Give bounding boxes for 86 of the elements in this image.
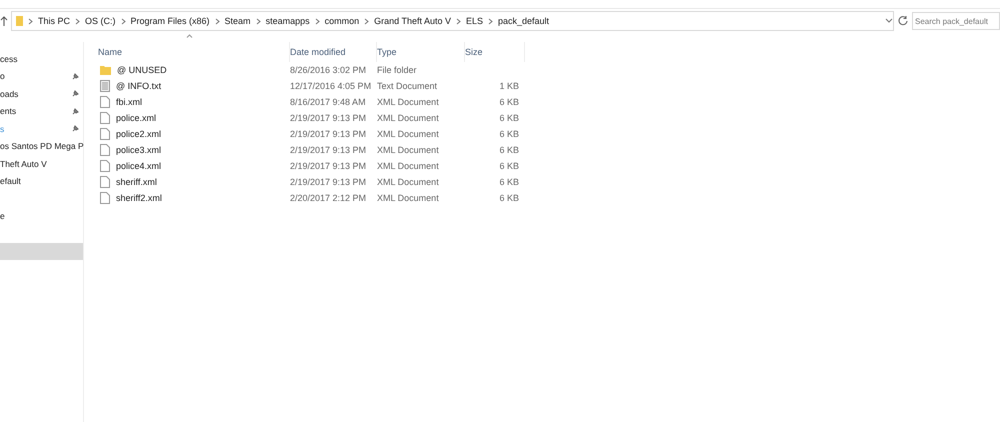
file-type: XML Document: [377, 177, 440, 187]
file-size: 6 KB: [498, 97, 520, 107]
sidebar-item[interactable]: cess: [0, 50, 83, 68]
breadcrumb[interactable]: pack_default: [498, 16, 550, 26]
file-name[interactable]: police2.xml: [116, 129, 162, 139]
file-size: 6 KB: [498, 193, 520, 203]
file-type: File folder: [377, 65, 418, 75]
file-icon: [100, 176, 110, 188]
file-icon: [100, 160, 110, 172]
file-name[interactable]: police3.xml: [116, 145, 162, 155]
search-field[interactable]: Search pack_default: [912, 12, 1000, 30]
file-name[interactable]: @ UNUSED: [117, 65, 167, 75]
date-modified: 2/19/2017 9:13 PM: [290, 129, 368, 139]
sidebar-item[interactable]: e: [0, 208, 83, 225]
file-size: 1 KB: [498, 81, 520, 91]
breadcrumb[interactable]: common: [324, 16, 360, 26]
column-header[interactable]: Type: [377, 42, 465, 62]
file-type: XML Document: [377, 113, 440, 123]
file-name[interactable]: sheriff2.xml: [116, 193, 162, 203]
file-size: 6 KB: [498, 129, 520, 139]
file-type: XML Document: [377, 161, 440, 171]
file-name[interactable]: police4.xml: [116, 161, 162, 171]
file-icon: [100, 112, 110, 124]
file-type: XML Document: [377, 193, 440, 203]
pin-icon: [72, 90, 79, 98]
chevron-icon: [456, 18, 461, 24]
file-type: XML Document: [377, 129, 440, 139]
column-header[interactable]: Name: [98, 42, 290, 62]
breadcrumb[interactable]: Steam: [224, 16, 251, 26]
sidebar-item[interactable]: o: [0, 68, 83, 85]
chevron-icon: [28, 18, 33, 24]
address-bar[interactable]: This PC OS (C:) Program Files (x86) Steam steamapps common Grand Theft Auto V ELS pack_default: [11, 11, 894, 31]
date-modified: 12/17/2016 4:05 PM: [290, 81, 372, 91]
file-icon: [100, 144, 110, 156]
sidebar-item[interactable]: oads: [0, 85, 83, 102]
date-modified: 2/19/2017 9:13 PM: [290, 177, 368, 187]
pin-icon: [72, 125, 79, 132]
date-modified: 2/19/2017 9:13 PM: [290, 161, 368, 171]
refresh-icon[interactable]: [897, 15, 909, 27]
breadcrumb[interactable]: Grand Theft Auto V: [374, 16, 451, 26]
chevron-icon: [214, 18, 220, 24]
sidebar-item[interactable]: efault: [0, 172, 83, 190]
breadcrumb[interactable]: OS (C:): [85, 16, 116, 26]
folder-icon: [16, 16, 23, 26]
sidebar-item[interactable]: Theft Auto V: [0, 155, 83, 172]
chevron-icon: [120, 18, 126, 24]
date-modified: 8/26/2016 3:02 PM: [290, 65, 368, 75]
file-type: Text Document: [377, 81, 438, 91]
file-name[interactable]: sheriff.xml: [116, 177, 157, 187]
chevron-icon: [488, 18, 494, 24]
breadcrumb[interactable]: Program Files (x86): [130, 16, 210, 26]
date-modified: 8/16/2017 9:48 AM: [290, 97, 367, 107]
folder-icon: [100, 65, 111, 75]
date-modified: 2/20/2017 2:12 PM: [290, 193, 368, 203]
breadcrumb[interactable]: This PC: [38, 16, 70, 26]
chevron-icon: [364, 18, 370, 24]
breadcrumb[interactable]: ELS: [466, 16, 484, 26]
sidebar-item[interactable]: os Santos PD Mega P: [0, 138, 88, 155]
sidebar-item[interactable]: s: [0, 120, 83, 138]
date-modified: 2/19/2017 9:13 PM: [290, 145, 368, 155]
dropdown-caret-icon[interactable]: [885, 18, 893, 24]
up-arrow-icon[interactable]: [0, 16, 8, 26]
file-size: 6 KB: [498, 161, 520, 171]
file-type: XML Document: [377, 97, 440, 107]
text-file-icon: [100, 80, 110, 92]
pin-icon: [72, 72, 79, 80]
chevron-icon: [314, 18, 320, 24]
sidebar-item[interactable]: ents: [0, 102, 83, 120]
file-size: 6 KB: [498, 113, 520, 123]
file-icon: [100, 96, 110, 108]
chevron-icon: [75, 18, 80, 24]
column-header[interactable]: Size: [465, 42, 525, 62]
file-type: XML Document: [377, 145, 440, 155]
chevron-icon: [256, 18, 261, 24]
file-name[interactable]: @ INFO.txt: [116, 81, 162, 91]
file-icon: [100, 192, 110, 204]
breadcrumb[interactable]: steamapps: [266, 16, 310, 26]
sort-caret-icon: [186, 34, 193, 38]
pin-icon: [72, 108, 79, 115]
date-modified: 2/19/2017 9:13 PM: [290, 113, 368, 123]
file-size: 6 KB: [498, 145, 520, 155]
file-name[interactable]: police.xml: [116, 113, 156, 123]
file-icon: [100, 128, 110, 140]
file-size: 6 KB: [498, 177, 520, 187]
file-name[interactable]: fbi.xml: [116, 97, 142, 107]
column-header[interactable]: Date modified: [290, 42, 377, 62]
